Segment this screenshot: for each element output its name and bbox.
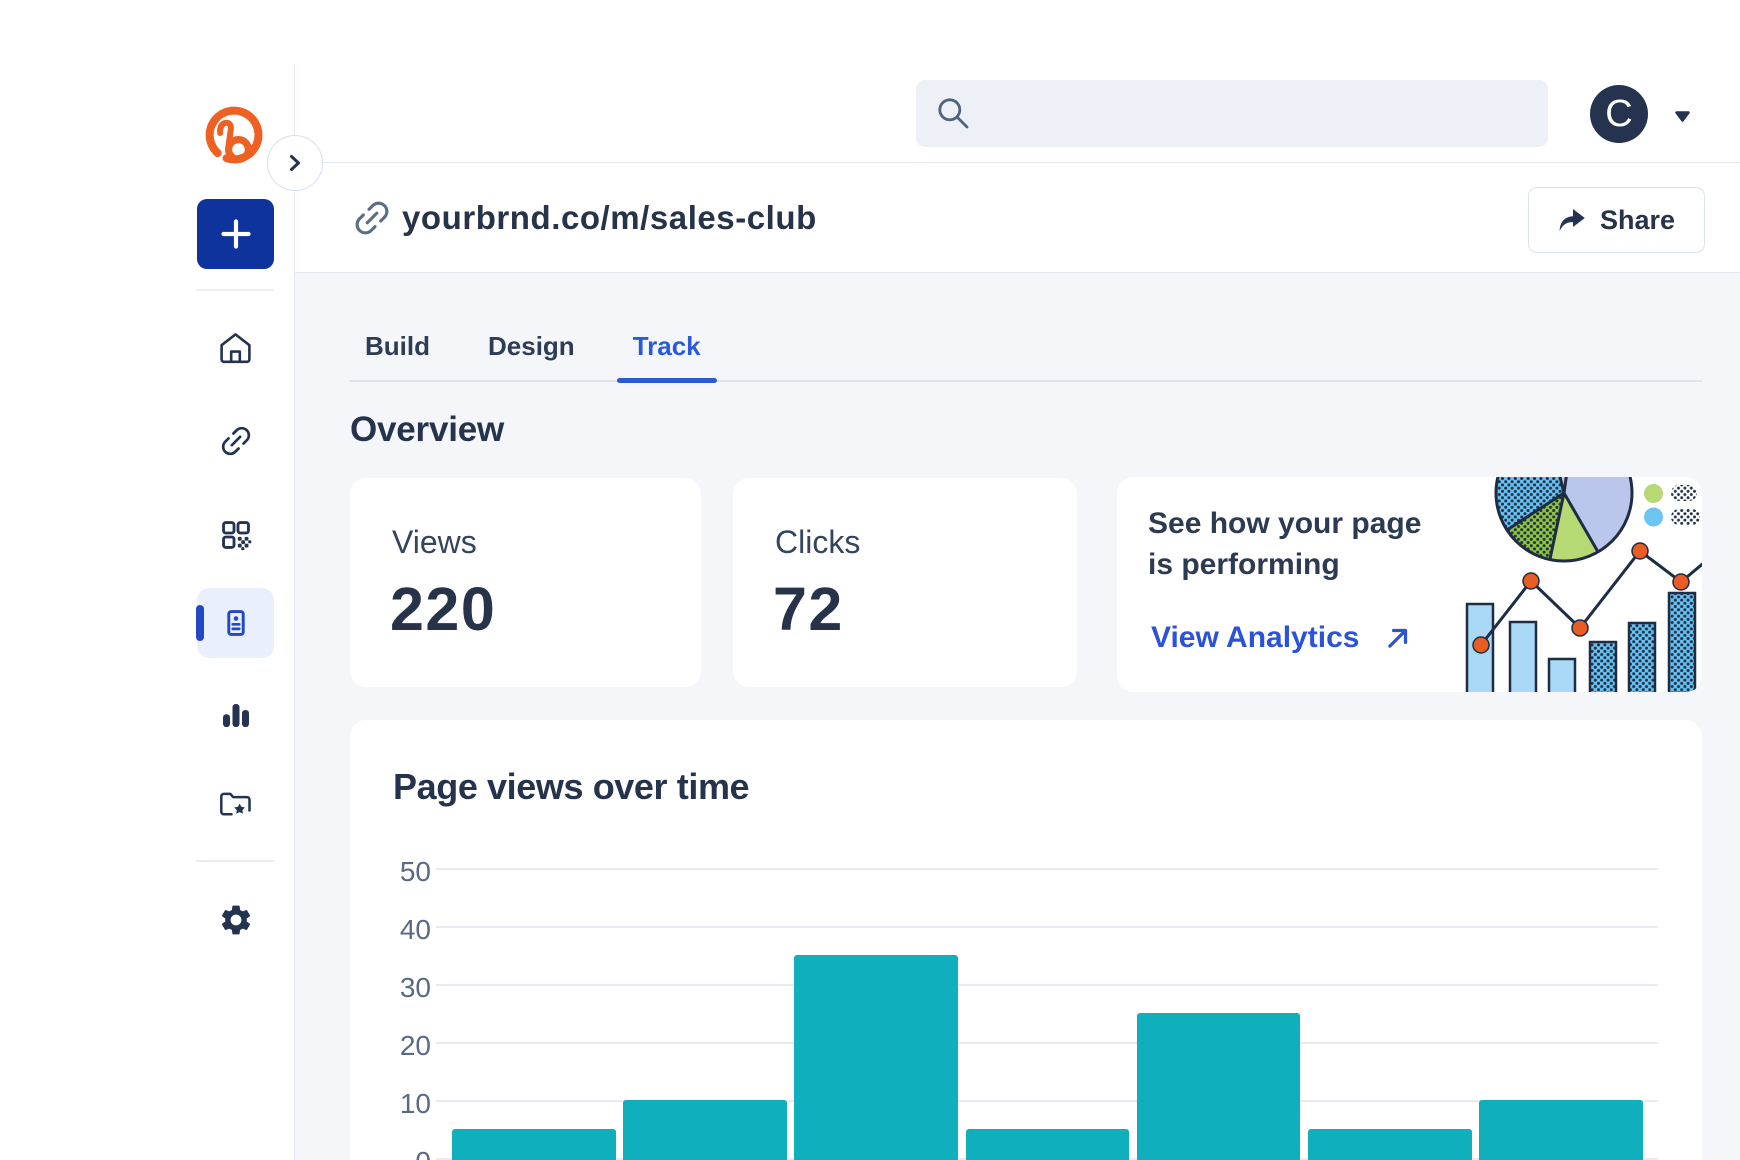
share-button[interactable]: Share	[1528, 187, 1705, 253]
chevron-right-icon	[286, 153, 304, 173]
avatar-initial: C	[1605, 93, 1632, 136]
ytick-label-20: 20	[371, 1032, 431, 1060]
topbar: C	[295, 64, 1740, 163]
share-label: Share	[1600, 205, 1675, 236]
ytick-label-10: 10	[371, 1090, 431, 1118]
ytick-label-40: 40	[371, 916, 431, 944]
home-icon	[219, 332, 252, 365]
illu-pie-chart	[1496, 477, 1632, 561]
tabs-divider	[349, 380, 1702, 382]
illu-line-chart	[1473, 543, 1702, 653]
sidebar-item-home[interactable]	[197, 313, 274, 383]
link-icon	[217, 422, 255, 460]
sidebar-collapse-button[interactable]	[267, 135, 323, 191]
views-stat-card: Views 220	[350, 478, 701, 687]
promo-title: See how your page is performing	[1148, 503, 1440, 585]
clicks-stat-card: Clicks 72	[733, 478, 1077, 687]
qr-code-icon	[219, 518, 253, 552]
chart-bar-6	[1308, 1129, 1472, 1160]
chart-bar-7	[1479, 1100, 1643, 1160]
gridline-10	[436, 1100, 1658, 1102]
tab-build[interactable]: Build	[349, 328, 446, 364]
ytick-label-0: 0	[371, 1148, 431, 1160]
clicks-label: Clicks	[775, 524, 860, 561]
sidebar-item-settings[interactable]	[197, 885, 274, 955]
illu-bars	[1467, 593, 1695, 692]
sidebar-item-links[interactable]	[197, 406, 274, 476]
link-icon	[350, 196, 394, 240]
overview-heading: Overview	[350, 410, 504, 450]
arrow-up-right-icon	[1383, 623, 1413, 653]
bitly-logo[interactable]	[205, 106, 264, 165]
sidebar-divider-top	[196, 289, 274, 291]
sidebar	[174, 64, 295, 1160]
tab-design[interactable]: Design	[472, 328, 591, 364]
sidebar-item-qr-codes[interactable]	[197, 500, 274, 570]
view-analytics-label: View Analytics	[1151, 621, 1359, 655]
gridline-50	[436, 868, 1658, 870]
page-icon	[220, 607, 252, 639]
search-input[interactable]	[916, 80, 1548, 147]
view-analytics-link[interactable]: View Analytics	[1151, 621, 1413, 655]
plus-icon	[210, 208, 262, 260]
folder-star-icon	[220, 791, 251, 817]
chart-bar-2	[623, 1100, 787, 1160]
page-header: yourbrnd.co/m/sales-club Share	[295, 163, 1740, 273]
gear-icon	[218, 902, 254, 938]
views-label: Views	[392, 524, 477, 561]
analytics-promo-card: See how your page is performing View Ana…	[1117, 477, 1702, 692]
gridline-40	[436, 926, 1658, 928]
sidebar-divider-bottom	[196, 860, 274, 862]
avatar[interactable]: C	[1590, 85, 1648, 143]
account-menu-button[interactable]	[1655, 96, 1709, 136]
page-views-chart-card: Page views over time 0 10 20 30 40 50	[350, 720, 1702, 1160]
chart-bar-5	[1137, 1013, 1301, 1160]
chart-bar-1	[452, 1129, 616, 1160]
active-indicator	[196, 605, 204, 641]
tab-bar: Build Design Track	[349, 328, 717, 364]
gridline-20	[436, 1042, 1658, 1044]
sidebar-item-campaigns[interactable]	[197, 769, 274, 839]
create-new-button[interactable]	[197, 199, 274, 269]
illu-legend	[1644, 484, 1700, 527]
chart-bar-3	[794, 955, 958, 1160]
main-content: Build Design Track Overview Views 220 Clic…	[295, 273, 1740, 1160]
app-window: C yourbrnd.co/m/sales-club	[174, 64, 1740, 1160]
tab-track[interactable]: Track	[617, 328, 717, 364]
page-url: yourbrnd.co/m/sales-club	[402, 199, 817, 237]
search-icon	[937, 97, 970, 130]
views-value: 220	[390, 574, 496, 644]
share-icon	[1558, 208, 1586, 232]
chart-bar-4	[966, 1129, 1130, 1160]
sidebar-item-pages[interactable]	[197, 588, 274, 658]
gridline-30	[436, 984, 1658, 986]
clicks-value: 72	[773, 574, 844, 644]
ytick-label-50: 50	[371, 858, 431, 886]
bar-chart-icon	[223, 704, 249, 727]
chevron-down-icon	[1675, 111, 1690, 122]
ytick-label-30: 30	[371, 974, 431, 1002]
chart-title: Page views over time	[393, 766, 749, 808]
sidebar-item-analytics[interactable]	[197, 680, 274, 750]
